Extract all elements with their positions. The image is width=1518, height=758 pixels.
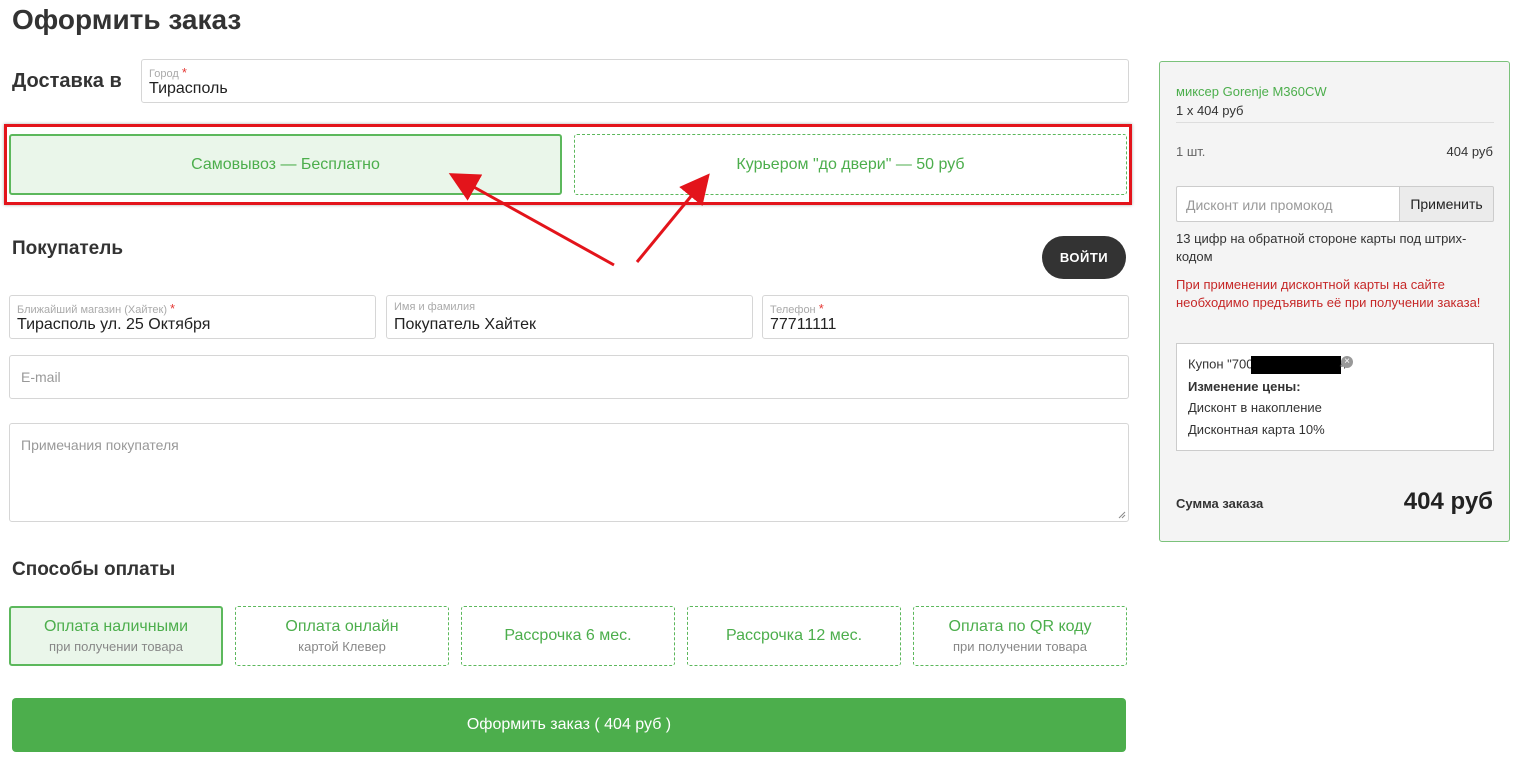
coupon-line: Дисконтная карта 10% — [1188, 422, 1325, 437]
name-label: Имя и фамилия — [394, 301, 476, 313]
notes-placeholder: Примечания покупателя — [21, 437, 179, 453]
name-field[interactable]: Имя и фамилия Покупатель Хайтек — [386, 295, 753, 339]
phone-value: 77711111 — [770, 316, 837, 333]
payment-option-installment-6[interactable]: Рассрочка 6 мес. — [461, 606, 675, 666]
resize-handle-icon[interactable] — [1118, 511, 1126, 519]
submit-order-button[interactable]: Оформить заказ ( 404 руб ) — [12, 698, 1126, 752]
coupon-change-title: Изменение цены: — [1188, 379, 1301, 394]
store-field[interactable]: Ближайший магазин (Хайтек) * Тирасполь у… — [9, 295, 376, 339]
coupon-label: Купон "7004" — [1188, 356, 1351, 374]
cart-count-price: 404 руб — [1446, 144, 1493, 159]
payment-option-online[interactable]: Оплата онлайн картой Клевер — [235, 606, 449, 666]
phone-field[interactable]: Телефон * 77711111 — [762, 295, 1129, 339]
phone-label: Телефон * — [770, 301, 824, 316]
cart-item-qty-price: 1 x 404 руб — [1176, 103, 1244, 118]
coupon-redaction — [1251, 356, 1342, 374]
payment-option-online-label: Оплата онлайн — [285, 618, 399, 635]
payment-title: Способы оплаты — [12, 559, 176, 580]
promo-warning: При применении дисконтной карты на сайте… — [1176, 277, 1481, 310]
payment-option-qr[interactable]: Оплата по QR коду при получении товара — [913, 606, 1127, 666]
payment-option-installment-6-label: Рассрочка 6 мес. — [504, 627, 632, 644]
cart-item-link[interactable]: миксер Gorenje M360CW — [1176, 84, 1327, 99]
annotation-arrow-right — [635, 173, 710, 263]
order-total-label: Сумма заказа — [1176, 496, 1264, 511]
remove-coupon-icon[interactable]: × — [1341, 356, 1353, 368]
payment-option-cash[interactable]: Оплата наличными при получении товара — [9, 606, 223, 666]
order-total-value: 404 руб — [1403, 488, 1493, 515]
store-value: Тирасполь ул. 25 Октября — [17, 316, 211, 333]
payment-option-online-sub: картой Клевер — [298, 639, 386, 654]
payment-option-cash-sub: при получении товара — [48, 639, 184, 654]
notes-field[interactable]: Примечания покупателя — [9, 423, 1129, 522]
buyer-title: Покупатель — [12, 238, 124, 259]
store-label: Ближайший магазин (Хайтек) * — [17, 301, 176, 316]
payment-option-qr-sub: при получении товара — [952, 639, 1088, 654]
name-value: Покупатель Хайтек — [394, 316, 536, 333]
payment-option-cash-label: Оплата наличными — [43, 618, 189, 635]
apply-promo-button[interactable]: Применить — [1399, 186, 1494, 222]
payment-option-qr-label: Оплата по QR коду — [948, 618, 1092, 635]
email-field[interactable]: E-mail — [9, 355, 1129, 399]
payment-option-installment-12-label: Рассрочка 12 мес. — [725, 627, 863, 644]
coupon-box: Купон "7004" × Изменение цены: Дисконт в… — [1176, 343, 1494, 451]
payment-option-installment-12[interactable]: Рассрочка 12 мес. — [687, 606, 901, 666]
cart-divider — [1176, 122, 1494, 123]
cart-summary: миксер Gorenje M360CW 1 x 404 руб 1 шт. … — [1159, 61, 1510, 542]
cart-count: 1 шт. — [1176, 144, 1206, 159]
login-button[interactable]: ВОЙТИ — [1042, 236, 1126, 279]
coupon-line: Дисконт в накопление — [1188, 400, 1322, 415]
email-placeholder: E-mail — [21, 369, 61, 385]
promo-code-input[interactable]: Дисконт или промокод — [1176, 186, 1400, 222]
annotation-arrow-left — [448, 173, 615, 267]
promo-hint: 13 цифр на обратной стороне карты под шт… — [1176, 231, 1467, 264]
